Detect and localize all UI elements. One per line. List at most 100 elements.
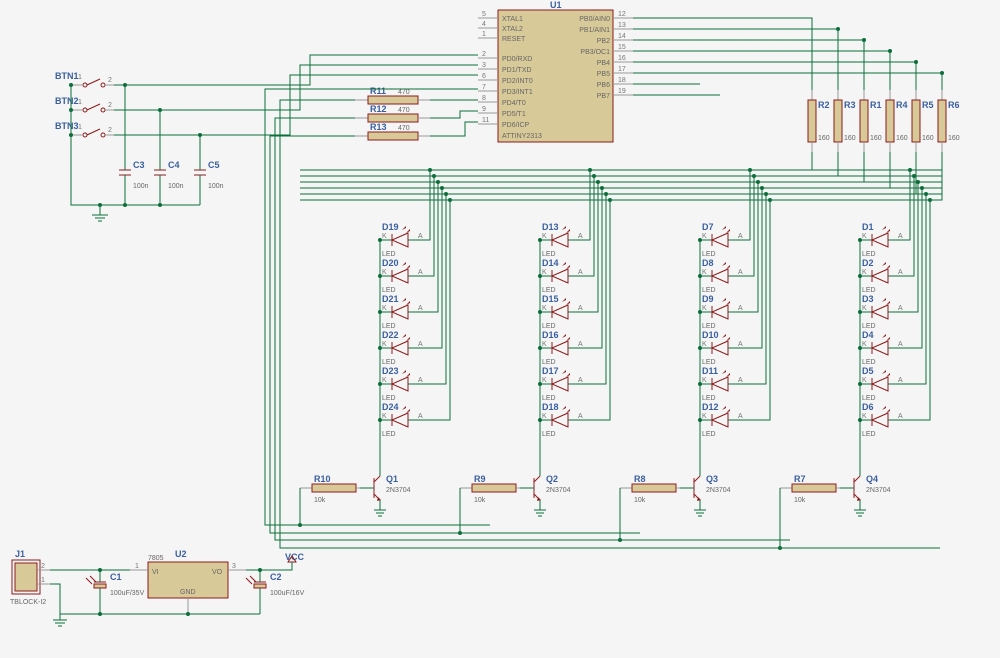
svg-text:160: 160 — [922, 135, 934, 142]
res-r8: R810k — [620, 474, 680, 504]
svg-text:K: K — [382, 413, 387, 420]
svg-text:2: 2 — [482, 51, 486, 58]
svg-text:7: 7 — [482, 84, 486, 91]
svg-text:100n: 100n — [208, 183, 224, 190]
svg-text:C1: C1 — [110, 572, 122, 582]
svg-text:2: 2 — [108, 102, 112, 109]
svg-text:D13: D13 — [542, 222, 559, 232]
svg-text:PD2/INT0: PD2/INT0 — [502, 78, 533, 85]
svg-text:K: K — [542, 305, 547, 312]
svg-text:R4: R4 — [896, 100, 908, 110]
svg-text:13: 13 — [618, 22, 626, 29]
led-d9: D9KALED — [700, 294, 744, 330]
svg-text:8: 8 — [482, 95, 486, 102]
svg-text:K: K — [702, 341, 707, 348]
u1-mcu: U1 ATTINY2313 5XTAL14XTAL21RESET2PD0/RXD… — [478, 0, 633, 142]
svg-text:LED: LED — [702, 323, 716, 330]
led-d18: D18KALED — [540, 402, 584, 438]
svg-text:VO: VO — [212, 569, 223, 576]
svg-text:K: K — [702, 377, 707, 384]
u2-regulator: U2 7805 VI VO GND 1 3 — [130, 549, 246, 614]
svg-text:Q1: Q1 — [386, 474, 398, 484]
svg-text:K: K — [702, 413, 707, 420]
svg-text:LED: LED — [542, 287, 556, 294]
led-d16: D16KALED — [540, 330, 584, 366]
svg-text:PB6: PB6 — [597, 82, 610, 89]
led-d11: D11KALED — [700, 366, 744, 402]
svg-text:K: K — [542, 269, 547, 276]
svg-text:160: 160 — [818, 135, 830, 142]
svg-text:17: 17 — [618, 66, 626, 73]
svg-text:D18: D18 — [542, 402, 559, 412]
res-r3: R3160 — [834, 90, 856, 152]
svg-text:D14: D14 — [542, 258, 559, 268]
transistor-q3: Q32N3704 — [680, 466, 731, 516]
svg-text:K: K — [862, 377, 867, 384]
svg-text:A: A — [898, 269, 903, 276]
svg-text:2: 2 — [41, 563, 45, 570]
svg-text:A: A — [418, 233, 423, 240]
svg-text:D23: D23 — [382, 366, 399, 376]
led-d14: D14KALED — [540, 258, 584, 294]
svg-text:K: K — [542, 377, 547, 384]
svg-text:D16: D16 — [542, 330, 559, 340]
svg-text:3: 3 — [232, 563, 236, 570]
led-d17: D17KALED — [540, 366, 584, 402]
svg-text:U2: U2 — [175, 549, 187, 559]
svg-text:1: 1 — [41, 577, 45, 584]
led-d20: D20KALED — [380, 258, 424, 294]
svg-text:A: A — [418, 377, 423, 384]
u1-val: ATTINY2313 — [502, 133, 542, 140]
svg-text:R11: R11 — [370, 86, 386, 96]
svg-text:A: A — [578, 377, 583, 384]
svg-text:D10: D10 — [702, 330, 719, 340]
svg-text:XTAL2: XTAL2 — [502, 26, 523, 33]
svg-text:100uF/35V: 100uF/35V — [110, 590, 145, 597]
led-d6: D6KALED — [860, 402, 904, 438]
svg-text:RESET: RESET — [502, 36, 526, 43]
svg-text:J1: J1 — [15, 549, 25, 559]
svg-text:D21: D21 — [382, 294, 399, 304]
svg-text:A: A — [738, 377, 743, 384]
svg-text:XTAL1: XTAL1 — [502, 16, 523, 23]
svg-text:K: K — [382, 305, 387, 312]
button-btn3: BTN312 — [55, 121, 114, 137]
svg-text:BTN1: BTN1 — [55, 71, 79, 81]
svg-text:LED: LED — [542, 431, 556, 438]
led-d13: D13KALED — [540, 222, 584, 258]
svg-text:A: A — [898, 305, 903, 312]
svg-text:K: K — [862, 233, 867, 240]
svg-text:K: K — [542, 341, 547, 348]
svg-text:R2: R2 — [818, 100, 830, 110]
svg-text:K: K — [382, 377, 387, 384]
svg-text:9: 9 — [482, 106, 486, 113]
svg-text:100uF/16V: 100uF/16V — [270, 590, 305, 597]
svg-text:R9: R9 — [474, 474, 486, 484]
svg-text:10k: 10k — [794, 497, 806, 504]
svg-text:PD1/TXD: PD1/TXD — [502, 67, 532, 74]
led-d5: D5KALED — [860, 366, 904, 402]
svg-text:2: 2 — [108, 127, 112, 134]
res-r13: R13470 — [355, 122, 430, 140]
svg-text:D22: D22 — [382, 330, 399, 340]
svg-text:LED: LED — [862, 323, 876, 330]
svg-text:PB3/OC1: PB3/OC1 — [580, 49, 610, 56]
svg-text:PB0/AIN0: PB0/AIN0 — [579, 16, 610, 23]
svg-text:LED: LED — [862, 287, 876, 294]
svg-text:BTN3: BTN3 — [55, 121, 79, 131]
svg-text:470: 470 — [398, 125, 410, 132]
svg-text:K: K — [702, 269, 707, 276]
svg-text:PB1/AIN1: PB1/AIN1 — [579, 27, 610, 34]
svg-text:K: K — [862, 341, 867, 348]
svg-text:BTN2: BTN2 — [55, 96, 79, 106]
svg-text:Q2: Q2 — [546, 474, 558, 484]
svg-text:100n: 100n — [168, 183, 184, 190]
svg-text:LED: LED — [702, 431, 716, 438]
svg-text:D5: D5 — [862, 366, 874, 376]
led-d19: D19KALED — [380, 222, 424, 258]
svg-text:R5: R5 — [922, 100, 934, 110]
svg-text:C2: C2 — [270, 572, 282, 582]
led-d21: D21KALED — [380, 294, 424, 330]
svg-text:16: 16 — [618, 55, 626, 62]
svg-text:PB7: PB7 — [597, 93, 610, 100]
